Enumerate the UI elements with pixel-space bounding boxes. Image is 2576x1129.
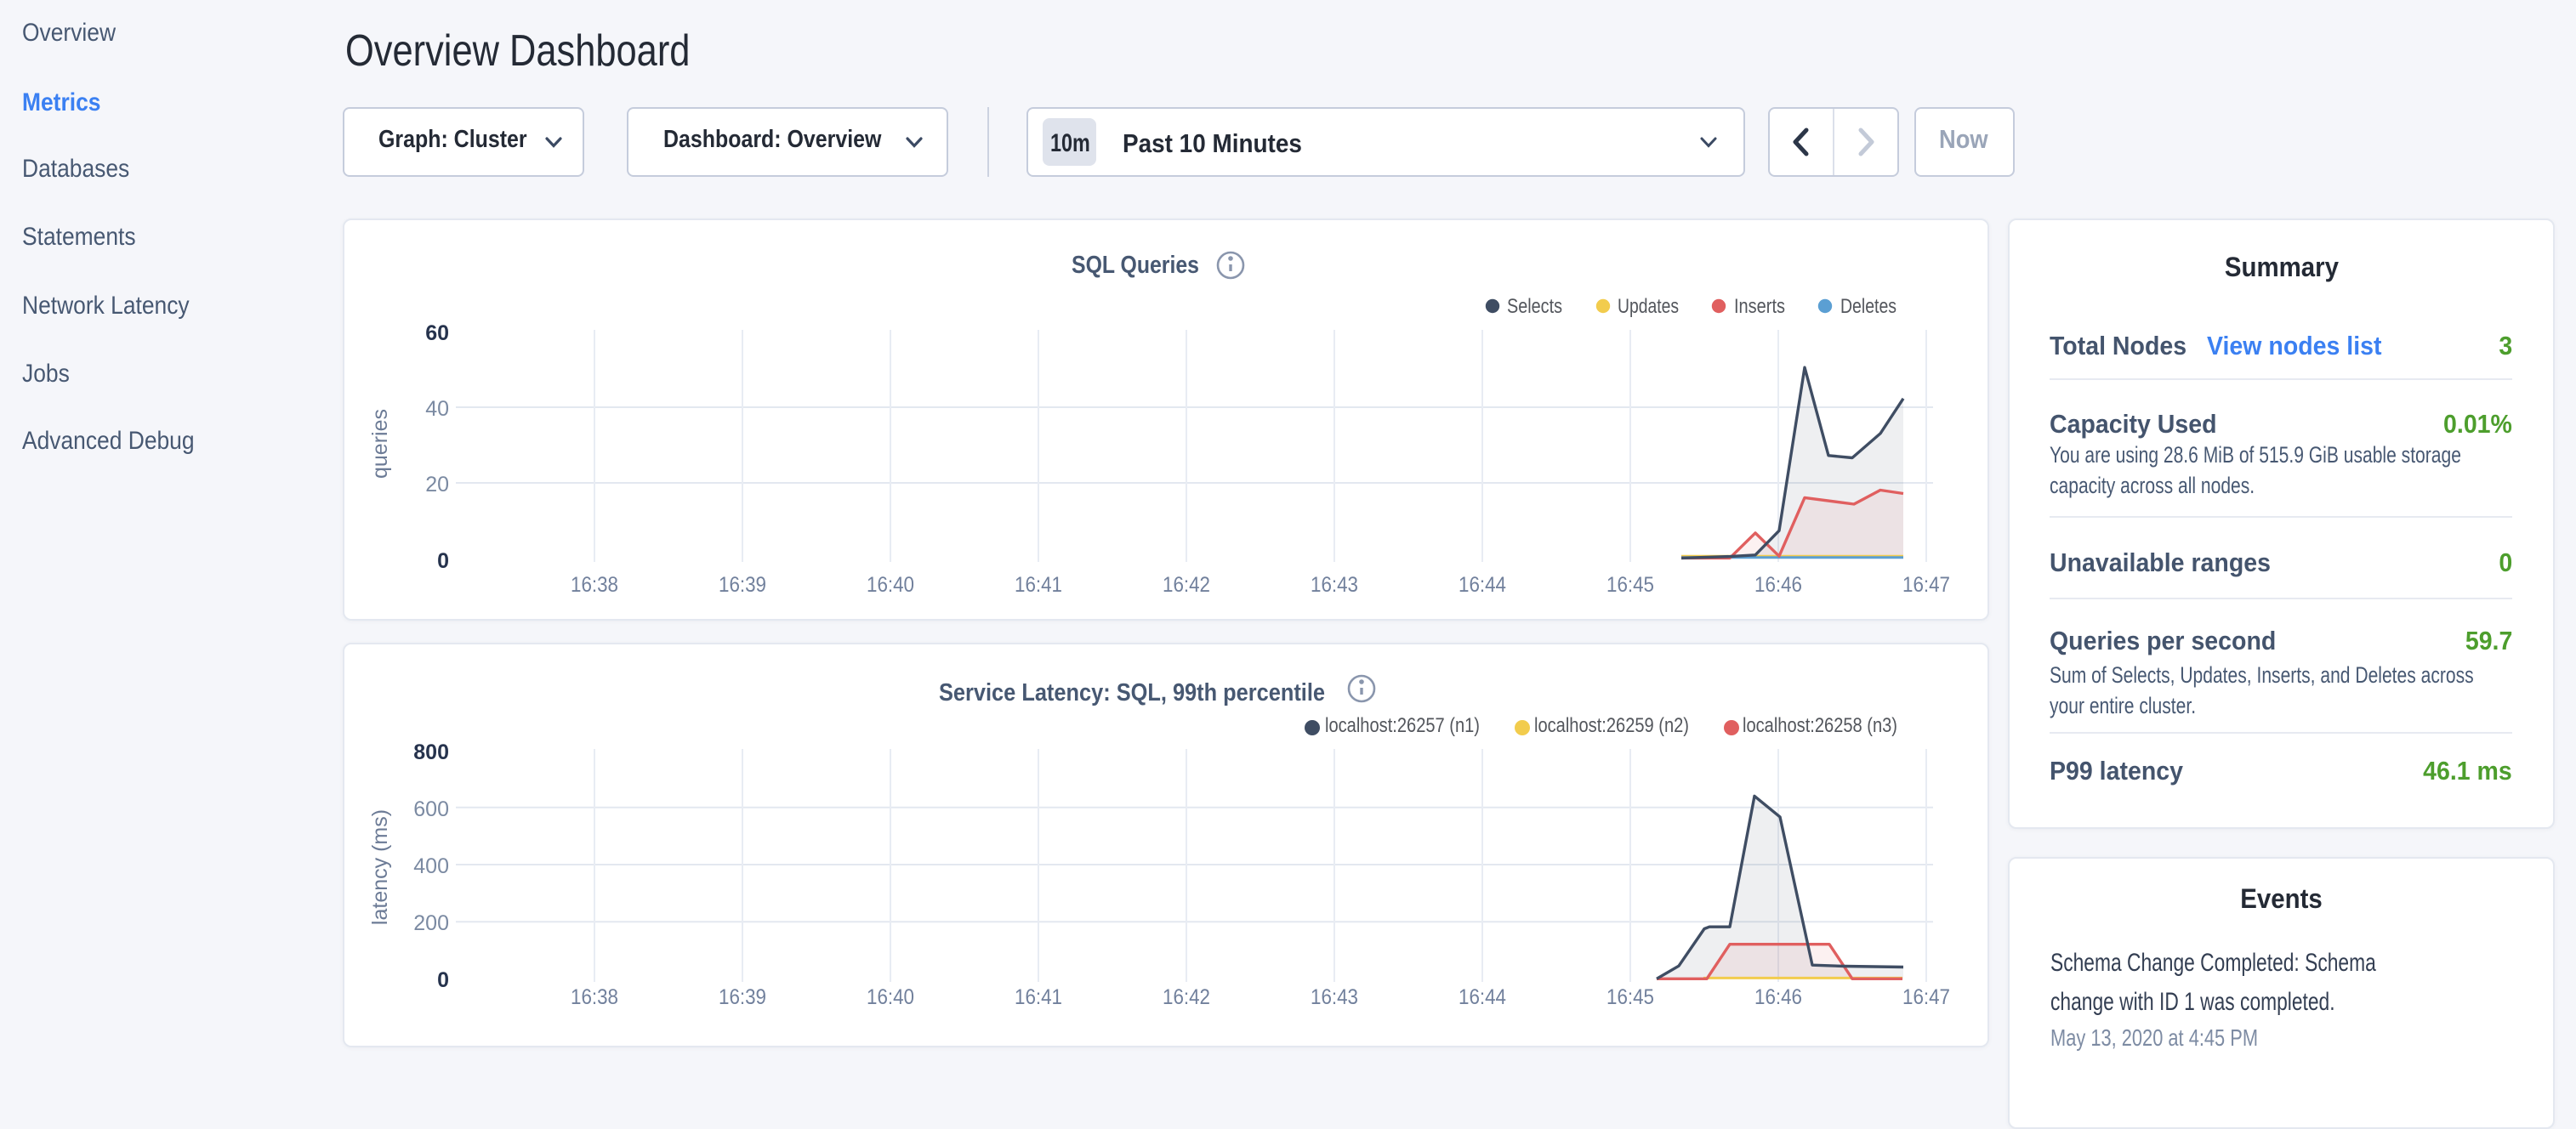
- svg-text:16:41: 16:41: [1015, 985, 1062, 1009]
- svg-text:latency (ms): latency (ms): [368, 809, 392, 925]
- svg-text:16:45: 16:45: [1606, 573, 1654, 597]
- svg-text:16:43: 16:43: [1311, 985, 1358, 1009]
- svg-text:16:46: 16:46: [1754, 985, 1802, 1009]
- svg-text:20: 20: [425, 473, 449, 496]
- svg-text:0: 0: [437, 968, 449, 992]
- svg-text:16:43: 16:43: [1311, 573, 1358, 597]
- svg-text:40: 40: [425, 397, 449, 421]
- svg-text:16:38: 16:38: [571, 573, 618, 597]
- svg-text:queries: queries: [368, 409, 392, 479]
- svg-text:16:47: 16:47: [1902, 985, 1950, 1009]
- svg-text:16:39: 16:39: [719, 573, 766, 597]
- svg-text:16:40: 16:40: [867, 985, 914, 1009]
- svg-text:Selects: Selects: [1507, 295, 1562, 318]
- svg-text:16:41: 16:41: [1015, 573, 1062, 597]
- svg-text:16:47: 16:47: [1902, 573, 1950, 597]
- svg-text:Inserts: Inserts: [1734, 295, 1785, 318]
- svg-text:localhost:26258 (n3): localhost:26258 (n3): [1743, 714, 1897, 737]
- svg-text:Updates: Updates: [1618, 295, 1679, 318]
- svg-text:800: 800: [413, 740, 449, 764]
- svg-text:16:44: 16:44: [1459, 985, 1506, 1009]
- svg-text:SQL Queries: SQL Queries: [1072, 252, 1199, 279]
- svg-text:16:46: 16:46: [1754, 573, 1802, 597]
- svg-text:16:38: 16:38: [571, 985, 618, 1009]
- svg-text:600: 600: [413, 797, 449, 821]
- svg-text:16:39: 16:39: [719, 985, 766, 1009]
- svg-text:16:42: 16:42: [1163, 985, 1210, 1009]
- svg-text:0: 0: [437, 549, 449, 573]
- svg-text:200: 200: [413, 911, 449, 935]
- svg-text:Deletes: Deletes: [1840, 295, 1896, 318]
- svg-text:localhost:26257 (n1): localhost:26257 (n1): [1325, 714, 1480, 737]
- svg-text:16:42: 16:42: [1163, 573, 1210, 597]
- svg-text:60: 60: [425, 321, 449, 345]
- svg-text:16:44: 16:44: [1459, 573, 1506, 597]
- svg-text:Service Latency: SQL, 99th per: Service Latency: SQL, 99th percentile: [939, 679, 1325, 706]
- svg-text:400: 400: [413, 854, 449, 878]
- svg-text:16:40: 16:40: [867, 573, 914, 597]
- svg-text:16:45: 16:45: [1606, 985, 1654, 1009]
- svg-text:localhost:26259 (n2): localhost:26259 (n2): [1534, 714, 1689, 737]
